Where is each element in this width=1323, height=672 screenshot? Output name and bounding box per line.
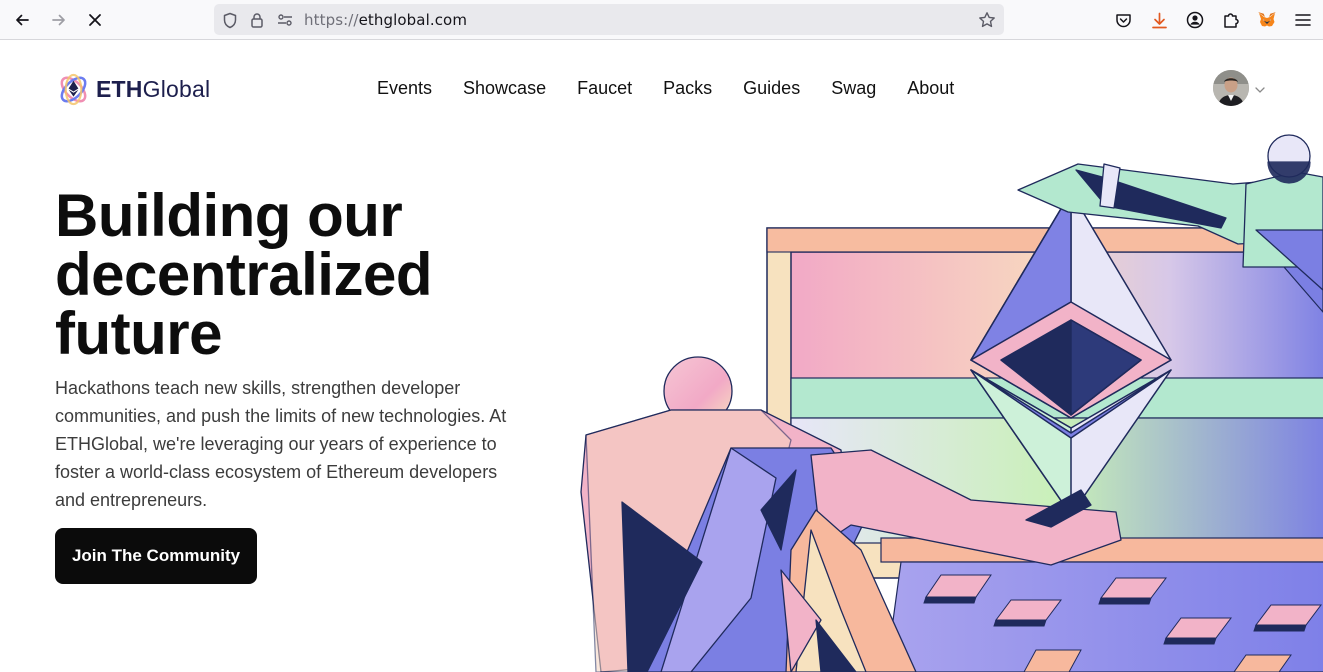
nav-link-guides[interactable]: Guides: [743, 78, 800, 99]
avatar[interactable]: [1213, 70, 1249, 106]
ethglobal-logo[interactable]: ETHGlobal: [56, 71, 210, 107]
nav-link-events[interactable]: Events: [377, 78, 432, 99]
bookmark-star-icon[interactable]: [978, 11, 996, 29]
chevron-down-icon[interactable]: [1254, 82, 1266, 93]
hero-illustration: [580, 134, 1323, 672]
hero-description: Hackathons teach new skills, strengthen …: [55, 378, 507, 510]
metamask-icon[interactable]: [1256, 9, 1278, 31]
menu-icon[interactable]: [1292, 9, 1314, 31]
avatar-image: [1213, 70, 1249, 106]
logo-wordmark: ETHGlobal: [96, 76, 210, 103]
nav-link-faucet[interactable]: Faucet: [577, 78, 632, 99]
main-nav: Events Showcase Faucet Packs Guides Swag…: [377, 78, 985, 99]
stop-icon[interactable]: [83, 8, 107, 32]
back-icon[interactable]: [10, 8, 34, 32]
permissions-icon[interactable]: [276, 11, 294, 29]
url-bar[interactable]: https://ethglobal.com: [214, 4, 1004, 35]
downloads-icon[interactable]: [1148, 9, 1170, 31]
join-community-button[interactable]: Join The Community: [55, 528, 257, 584]
hero-title-line-3: future: [55, 300, 222, 367]
url-host: ethglobal.com: [358, 11, 468, 29]
account-icon[interactable]: [1184, 9, 1206, 31]
hero-title-line-2: decentralized: [55, 241, 432, 308]
extensions-icon[interactable]: [1220, 9, 1242, 31]
nav-link-showcase[interactable]: Showcase: [463, 78, 546, 99]
url-scheme: https://: [304, 11, 359, 29]
logo-wordmark-bold: ETH: [96, 75, 143, 102]
shield-icon[interactable]: [221, 11, 239, 29]
hero-title-line-1: Building our: [55, 182, 403, 249]
nav-link-packs[interactable]: Packs: [663, 78, 712, 99]
lock-icon[interactable]: [248, 11, 266, 29]
url-text[interactable]: https://ethglobal.com: [304, 11, 467, 29]
nav-link-about[interactable]: About: [907, 78, 954, 99]
nav-link-swag[interactable]: Swag: [831, 78, 876, 99]
ethglobal-logo-icon: [60, 73, 87, 105]
browser-toolbar: https://ethglobal.com: [0, 0, 1323, 40]
forward-icon[interactable]: [47, 8, 71, 32]
logo-wordmark-regular: Global: [142, 75, 211, 102]
hero-title: Building our decentralized future: [55, 186, 575, 364]
pocket-icon[interactable]: [1112, 9, 1134, 31]
